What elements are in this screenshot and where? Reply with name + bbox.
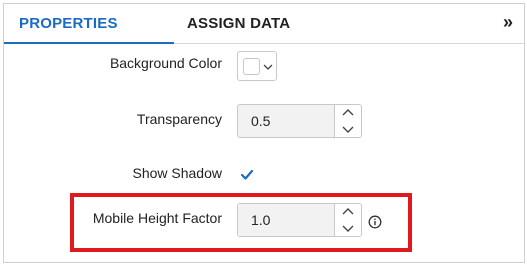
double-chevron-right-icon: »: [502, 12, 513, 32]
transparency-increment-button[interactable]: [335, 105, 361, 121]
background-color-picker[interactable]: [237, 51, 277, 81]
chevron-up-icon: [342, 208, 354, 215]
show-shadow-checkbox[interactable]: [240, 168, 254, 182]
transparency-spinner: [334, 105, 361, 137]
color-swatch: [243, 58, 260, 75]
mobile-height-factor-spinner: [334, 204, 361, 236]
show-shadow-label: Show Shadow: [132, 165, 222, 181]
chevron-down-icon: [342, 126, 354, 133]
collapse-panel-button[interactable]: »: [498, 13, 518, 33]
tab-bar: PROPERTIES ASSIGN DATA »: [4, 4, 524, 44]
tab-properties[interactable]: PROPERTIES: [4, 4, 174, 44]
chevron-down-icon: [263, 64, 273, 70]
mobile-height-factor-increment-button[interactable]: [335, 204, 361, 220]
mobile-height-factor-value[interactable]: 1.0: [238, 204, 335, 236]
chevron-up-icon: [342, 109, 354, 116]
tab-assign-data[interactable]: ASSIGN DATA: [187, 4, 290, 44]
properties-panel: PROPERTIES ASSIGN DATA » Background Colo…: [3, 3, 525, 263]
chevron-down-icon: [342, 225, 354, 232]
checkmark-icon: [240, 169, 254, 180]
transparency-label: Transparency: [136, 111, 222, 127]
info-icon[interactable]: [368, 215, 382, 229]
mobile-height-factor-label: Mobile Height Factor: [92, 210, 222, 226]
transparency-value[interactable]: 0.5: [238, 105, 335, 137]
mobile-height-factor-decrement-button[interactable]: [335, 220, 361, 236]
background-color-label: Background Color: [109, 55, 222, 71]
mobile-height-factor-numeric-input: 1.0: [237, 203, 362, 237]
transparency-numeric-input: 0.5: [237, 104, 362, 138]
transparency-decrement-button[interactable]: [335, 121, 361, 137]
